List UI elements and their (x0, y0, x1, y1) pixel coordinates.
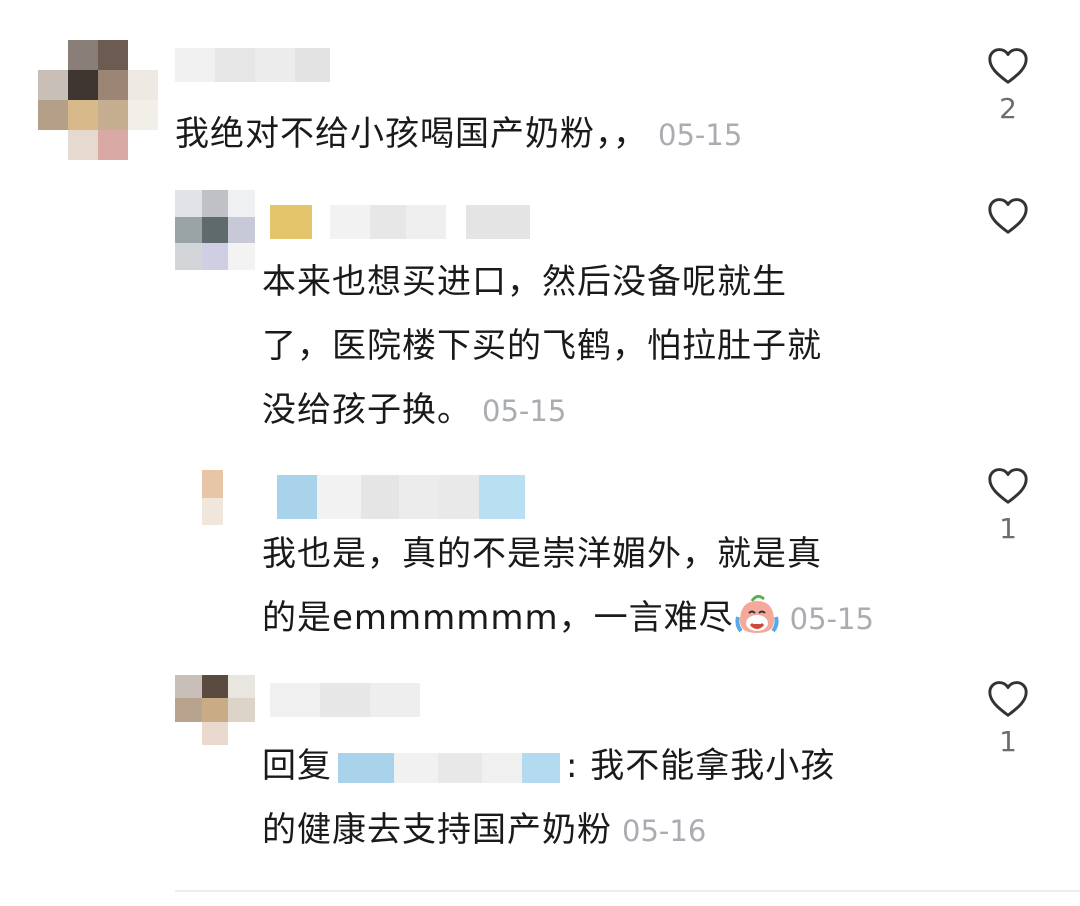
username-redacted[interactable] (270, 683, 420, 717)
username-redacted[interactable] (270, 205, 530, 239)
like-count: 1 (999, 512, 1017, 545)
avatar[interactable] (180, 470, 245, 525)
username-redacted[interactable] (175, 48, 330, 82)
timestamp: 05-16 (622, 814, 707, 848)
heart-outline-icon (988, 681, 1028, 717)
comment-line: 的是emmmmmm，一言难尽 (262, 598, 734, 638)
avatar[interactable] (175, 675, 255, 745)
divider (175, 890, 1080, 892)
avatar[interactable] (175, 190, 255, 270)
like-button[interactable]: 1 (978, 678, 1038, 760)
comment-line: 我也是，真的不是崇洋媚外，就是真 (262, 534, 822, 574)
comment-line: 没给孩子换。 (262, 390, 472, 430)
comment-text: 回复 : 我不能拿我小孩 的健康去支持国产奶粉 05-16 (262, 734, 835, 863)
like-count: 1 (999, 725, 1017, 758)
comment-body: : 我不能拿我小孩 (566, 746, 836, 786)
timestamp: 05-15 (482, 394, 567, 428)
heart-outline-icon (988, 48, 1028, 84)
like-count (978, 241, 1038, 277)
mention-redacted[interactable] (338, 752, 560, 783)
like-button[interactable]: 1 (978, 465, 1038, 547)
timestamp: 05-15 (658, 118, 743, 152)
avatar[interactable] (38, 40, 158, 160)
timestamp: 05-15 (789, 602, 874, 636)
comment-text: 本来也想买进口，然后没备呢就生 了，医院楼下买的飞鹤，怕拉肚子就 没给孩子换。 0… (262, 250, 822, 443)
reply-prefix: 回复 (262, 746, 332, 786)
like-count: 2 (999, 92, 1017, 125)
like-button[interactable]: 2 (978, 45, 1038, 127)
comment-text: 我也是，真的不是崇洋媚外，就是真 的是emmmmmm，一言难尽 05-15 (262, 522, 874, 656)
comment-body: 我绝对不给小孩喝国产奶粉，， (175, 114, 648, 154)
crying-emoji-icon (734, 592, 780, 656)
comment-line: 本来也想买进口，然后没备呢就生 (262, 262, 787, 302)
comment-line: 了，医院楼下买的飞鹤，怕拉肚子就 (262, 326, 822, 366)
heart-outline-icon (988, 198, 1028, 234)
like-button[interactable] (978, 195, 1038, 277)
comment-text: 我绝对不给小孩喝国产奶粉，， 05-15 (175, 102, 742, 167)
heart-outline-icon (988, 468, 1028, 504)
username-redacted[interactable] (255, 475, 525, 519)
comment-line: 的健康去支持国产奶粉 (262, 810, 612, 850)
